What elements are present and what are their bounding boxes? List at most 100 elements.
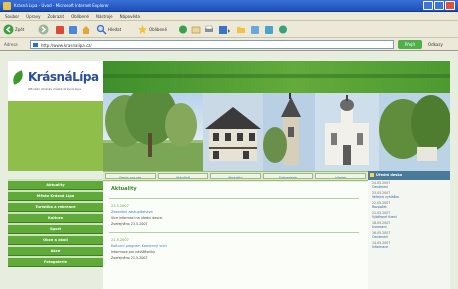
nav-kontakty[interactable]: Kontakty <box>210 173 261 179</box>
mail-icon <box>191 26 201 34</box>
home-button[interactable] <box>81 24 91 35</box>
back-label: Zpět <box>15 27 25 32</box>
menu-tools[interactable]: Nástroje <box>96 14 113 19</box>
browser-toolbar: Zpět Hledat Oblíbené <box>0 21 458 38</box>
window-titlebar: Krásná Lípa - Úvod - Microsoft Internet … <box>0 0 458 12</box>
forward-icon <box>38 24 49 35</box>
menu-edit[interactable]: Úpravy <box>26 14 40 19</box>
left-nav-akce[interactable]: Akce <box>8 247 103 256</box>
search-icon <box>96 24 107 35</box>
news-text: Informace pro návštěvníky. <box>111 250 156 254</box>
search-label: Hledat <box>108 27 122 32</box>
board-title[interactable]: Rozpočet <box>372 205 446 209</box>
board-item[interactable]: 24.05.2007 Oznámení <box>368 180 450 190</box>
edit-icon <box>219 26 230 34</box>
left-nav-sport[interactable]: Sport <box>8 225 103 234</box>
right-header: Úřední deska <box>368 171 450 180</box>
board-item[interactable]: 16.05.2007 Oznámení <box>368 230 450 240</box>
research-button[interactable] <box>264 24 274 35</box>
board-item[interactable]: 18.05.2007 Usnesení <box>368 220 450 230</box>
news-link[interactable]: Zasedání zastupitelstva <box>111 210 153 214</box>
home-icon <box>82 26 90 34</box>
site-logo[interactable]: KrásnáLípa Oficiální stránky města Krásn… <box>8 61 103 101</box>
go-label: Přejít <box>404 42 416 47</box>
history-button[interactable] <box>178 24 188 35</box>
web-page: KrásnáLípa Oficiální stránky města Krásn… <box>0 51 458 289</box>
main-content: Aktuality 23.5.2007 Zasedání zastupitels… <box>103 182 368 289</box>
page-icon <box>33 43 38 47</box>
menu-favorites[interactable]: Oblíbené <box>71 14 89 19</box>
news-date: 23.5.2007 <box>111 204 129 208</box>
go-button[interactable]: Přejít <box>398 40 422 49</box>
links-label[interactable]: Odkazy <box>428 42 443 47</box>
nav-hledat[interactable]: Hledat <box>315 173 366 179</box>
address-input[interactable]: http://www.krasnalipa.cz/ <box>30 40 394 49</box>
board-item[interactable]: 23.05.2007 Veřejná vyhláška <box>368 190 450 200</box>
back-icon <box>3 24 14 35</box>
nav-aktualne[interactable]: Aktuálně <box>157 173 209 179</box>
stop-icon <box>56 26 64 34</box>
tools-button[interactable] <box>278 24 288 35</box>
header-photos <box>103 93 450 171</box>
favorites-label: Oblíbené <box>149 27 167 32</box>
research-icon <box>265 26 273 34</box>
messenger-icon <box>251 26 259 34</box>
folder-button[interactable] <box>236 24 246 35</box>
left-nav: Aktuality Město Krásná Lípa Turistika a … <box>8 179 103 267</box>
logo-subtitle: Oficiální stránky města Krásná Lípa <box>28 87 82 91</box>
left-nav-kultura[interactable]: Kultura <box>8 214 103 223</box>
board-title[interactable]: Informace <box>372 245 446 249</box>
star-icon <box>138 25 147 34</box>
favorites-button[interactable]: Oblíbené <box>137 24 173 35</box>
forward-button[interactable] <box>38 24 49 35</box>
globe-icon <box>279 25 287 34</box>
ie-icon <box>3 2 11 10</box>
news-date: 21.5.2007 <box>111 238 129 242</box>
board-title[interactable]: Oznámení <box>372 185 446 189</box>
nav-servis[interactable]: Servis pro vás <box>105 173 156 179</box>
history-icon <box>179 25 187 34</box>
maximize-button[interactable] <box>434 1 444 10</box>
mail-button[interactable] <box>191 24 201 35</box>
left-nav-mesto[interactable]: Město Krásná Lípa <box>8 192 103 201</box>
divider <box>109 198 359 199</box>
left-nav-turistika[interactable]: Turistika a rekreace <box>8 203 103 212</box>
close-button[interactable] <box>445 1 455 10</box>
header-banner <box>103 61 450 93</box>
board-title[interactable]: Veřejná vyhláška <box>372 195 446 199</box>
forest-photo <box>379 93 450 171</box>
board-item[interactable]: 14.05.2007 Informace <box>368 240 450 250</box>
news-text: Více informací na úřední desce. <box>111 216 163 220</box>
messenger-button[interactable] <box>250 24 260 35</box>
left-nav-aktuality[interactable]: Aktuality <box>8 181 103 190</box>
news-link[interactable]: Kulturní program Kamenný vrch <box>111 244 167 248</box>
white-church-photo <box>315 93 379 171</box>
board-title[interactable]: Oznámení <box>372 235 446 239</box>
left-nav-obce[interactable]: Obce a okolí <box>8 236 103 245</box>
menu-file[interactable]: Soubor <box>5 14 19 19</box>
minimize-button[interactable] <box>423 1 433 10</box>
menu-help[interactable]: Nápověda <box>120 14 140 19</box>
refresh-icon <box>69 26 77 34</box>
board-title[interactable]: Výběrové řízení <box>372 215 446 219</box>
print-button[interactable] <box>204 24 214 35</box>
nav-fotogalerie[interactable]: Fotogalerie <box>262 173 314 179</box>
news-meta: Zveřejněno 23.5.2007 <box>111 222 148 226</box>
top-nav: Servis pro vás Aktuálně Kontakty Fotogal… <box>103 171 368 181</box>
right-column: Úřední deska 24.05.2007 Oznámení 23.05.20… <box>368 171 450 289</box>
search-button[interactable]: Hledat <box>96 24 132 35</box>
church-photo <box>263 93 315 171</box>
stop-button[interactable] <box>55 24 65 35</box>
address-bar: Adresa http://www.krasnalipa.cz/ Přejít … <box>0 38 458 51</box>
menu-view[interactable]: Zobrazit <box>47 14 64 19</box>
edit-button[interactable] <box>218 24 232 35</box>
board-title[interactable]: Usnesení <box>372 225 446 229</box>
board-item[interactable]: 21.05.2007 Výběrové řízení <box>368 210 450 220</box>
left-nav-fotogalerie[interactable]: Fotogalerie <box>8 258 103 267</box>
board-item[interactable]: 22.05.2007 Rozpočet <box>368 200 450 210</box>
board-icon <box>370 173 374 177</box>
back-button[interactable]: Zpět <box>3 24 33 35</box>
divider <box>109 232 359 233</box>
logo-name: KrásnáLípa <box>28 70 99 84</box>
refresh-button[interactable] <box>68 24 78 35</box>
